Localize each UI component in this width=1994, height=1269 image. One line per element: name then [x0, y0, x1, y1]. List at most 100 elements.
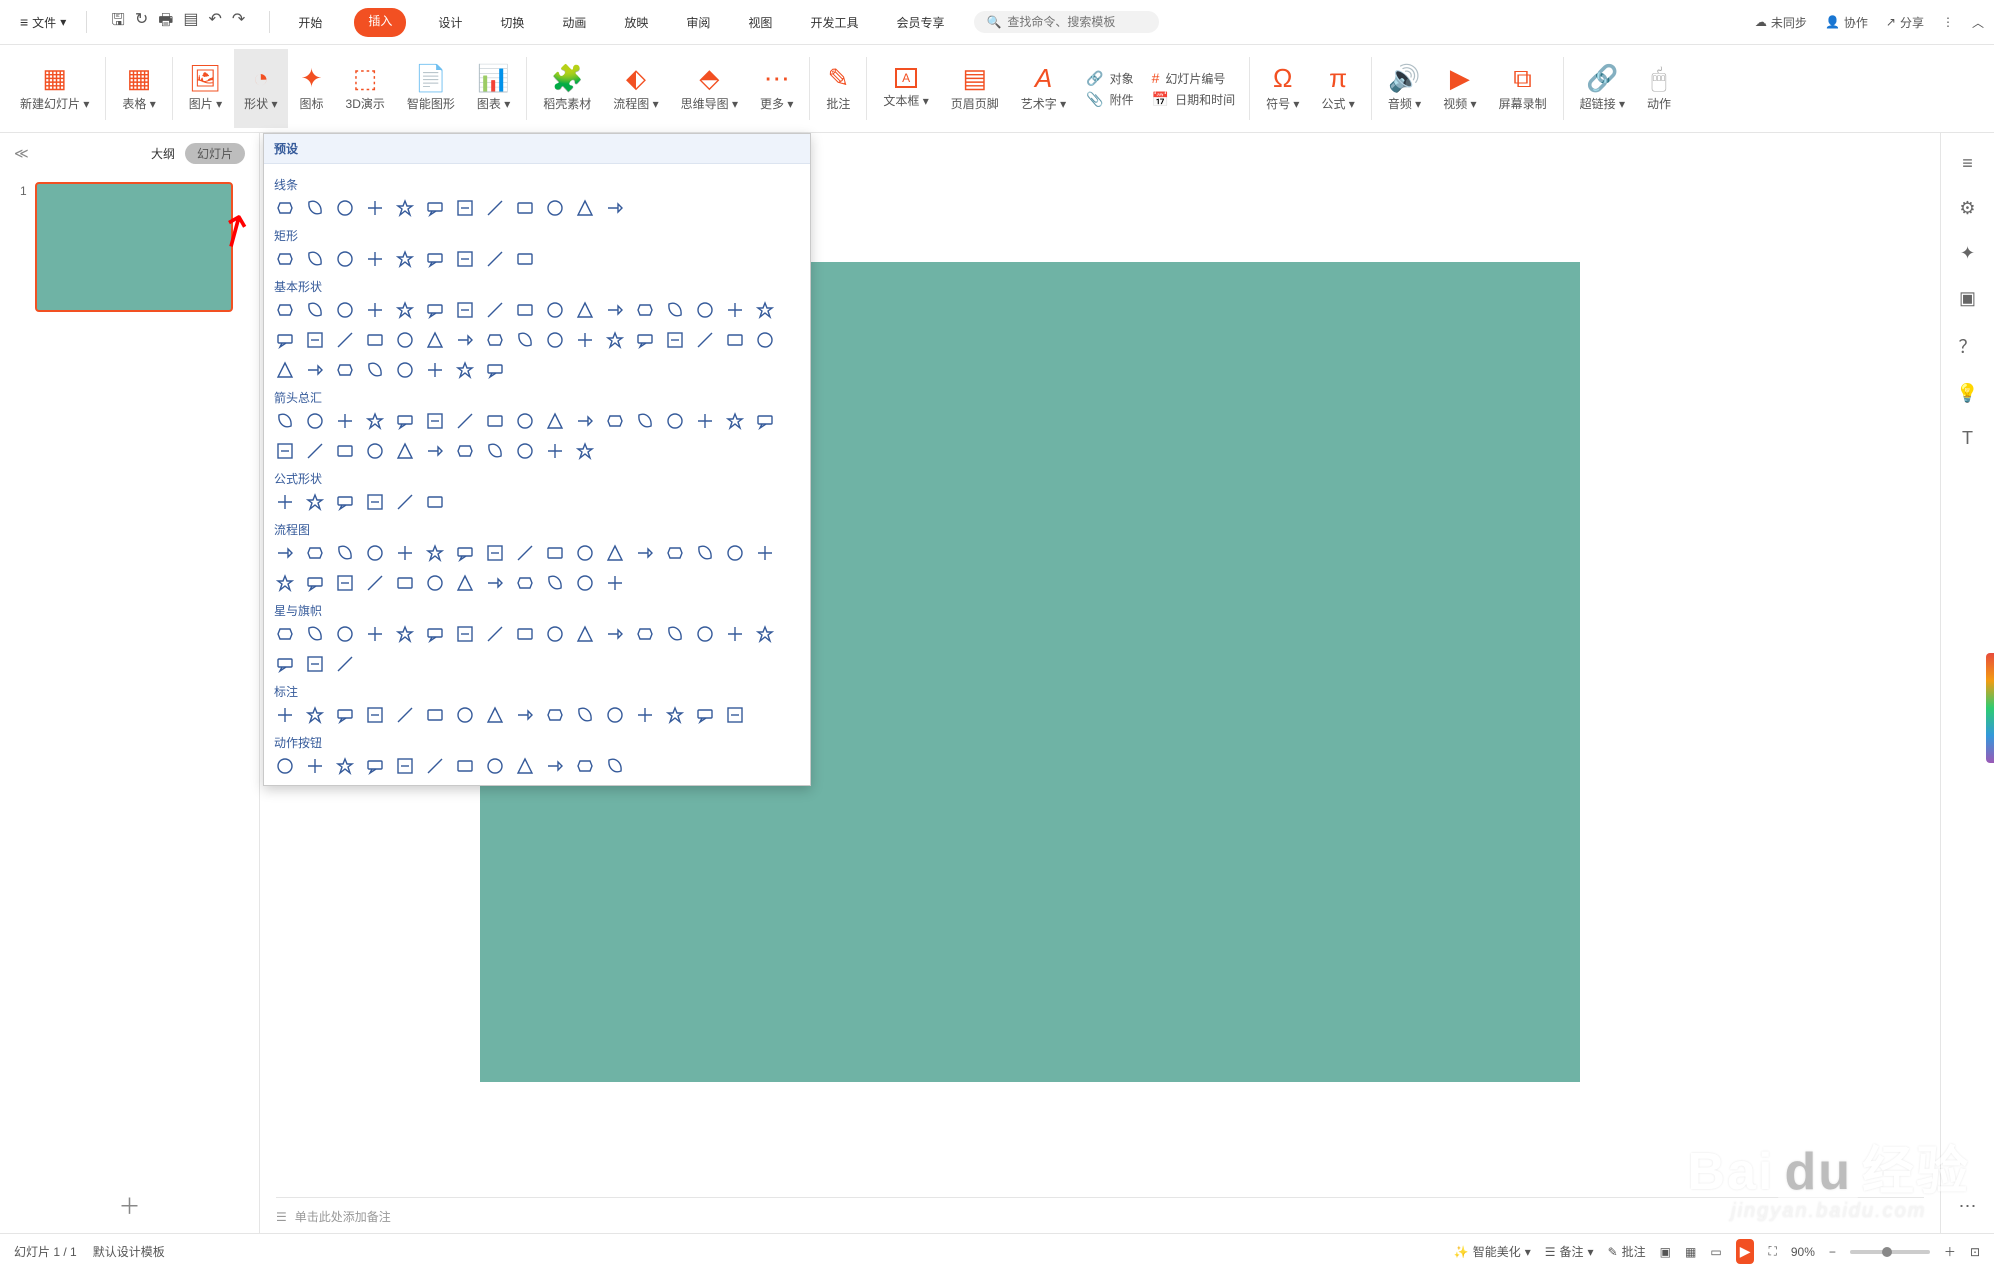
zoom-out-icon[interactable]: −	[1829, 1245, 1836, 1259]
shape-arrows-7[interactable]	[484, 410, 506, 432]
shape-equation-1[interactable]	[304, 491, 326, 513]
shape-arrows-19[interactable]	[334, 440, 356, 462]
shape-basic-35[interactable]	[304, 359, 326, 381]
shape-arrows-24[interactable]	[484, 440, 506, 462]
shape-rects-0[interactable]	[274, 248, 296, 270]
shape-flow-17[interactable]	[274, 572, 296, 594]
shape-flow-12[interactable]	[634, 542, 656, 564]
tab-start[interactable]: 开始	[292, 8, 328, 37]
shape-callouts-8[interactable]	[514, 704, 536, 726]
shape-lines-7[interactable]	[484, 197, 506, 219]
shape-lines-1[interactable]	[304, 197, 326, 219]
shape-lines-0[interactable]	[274, 197, 296, 219]
shape-flow-10[interactable]	[574, 542, 596, 564]
shape-lines-2[interactable]	[334, 197, 356, 219]
image-button[interactable]: 🖼图片 ▾	[179, 49, 232, 128]
shape-callouts-15[interactable]	[724, 704, 746, 726]
shape-callouts-11[interactable]	[604, 704, 626, 726]
icon-button[interactable]: ✦图标	[290, 49, 334, 128]
textbox-button[interactable]: A文本框 ▾	[873, 49, 938, 128]
print-icon[interactable]: 🖶	[158, 9, 173, 36]
shape-stars-9[interactable]	[544, 623, 566, 645]
shape-stars-1[interactable]	[304, 623, 326, 645]
shape-basic-17[interactable]	[274, 329, 296, 351]
shape-basic-38[interactable]	[394, 359, 416, 381]
smartart-button[interactable]: 📄智能图形	[397, 49, 465, 128]
shape-arrows-10[interactable]	[574, 410, 596, 432]
shape-flow-4[interactable]	[394, 542, 416, 564]
shape-stars-7[interactable]	[484, 623, 506, 645]
wordart-button[interactable]: A艺术字 ▾	[1011, 49, 1076, 128]
shape-basic-2[interactable]	[334, 299, 356, 321]
notes-pane[interactable]: ☰ 单击此处添加备注	[276, 1197, 1924, 1227]
shape-callouts-5[interactable]	[424, 704, 446, 726]
shape-basic-0[interactable]	[274, 299, 296, 321]
new-slide-button[interactable]: ▦新建幻灯片 ▾	[10, 49, 99, 128]
command-search[interactable]: 🔍	[974, 11, 1159, 33]
sync-status[interactable]: ☁未同步	[1755, 14, 1807, 31]
audio-button[interactable]: 🔊音频 ▾	[1378, 49, 1431, 128]
shape-flow-7[interactable]	[484, 542, 506, 564]
shape-basic-41[interactable]	[484, 359, 506, 381]
shape-basic-22[interactable]	[424, 329, 446, 351]
collapse-ribbon-icon[interactable]: ︿	[1972, 14, 1984, 31]
slide-number-button[interactable]: #幻灯片编号	[1152, 70, 1235, 87]
shape-arrows-22[interactable]	[424, 440, 446, 462]
shape-rects-7[interactable]	[484, 248, 506, 270]
shape-arrows-2[interactable]	[334, 410, 356, 432]
shape-callouts-13[interactable]	[664, 704, 686, 726]
shape-lines-11[interactable]	[604, 197, 626, 219]
shape-actions-9[interactable]	[544, 755, 566, 777]
shape-callouts-9[interactable]	[544, 704, 566, 726]
shape-stars-4[interactable]	[394, 623, 416, 645]
shape-basic-26[interactable]	[544, 329, 566, 351]
shape-basic-5[interactable]	[424, 299, 446, 321]
datetime-button[interactable]: 📅日期和时间	[1152, 91, 1235, 108]
shape-basic-40[interactable]	[454, 359, 476, 381]
help-icon[interactable]: ？	[1959, 333, 1977, 359]
shape-stars-13[interactable]	[664, 623, 686, 645]
view-normal-icon[interactable]: ▣	[1660, 1245, 1671, 1259]
fit-icon[interactable]: ⛶	[1768, 1244, 1776, 1259]
collab-button[interactable]: 👤协作	[1825, 14, 1868, 31]
shape-flow-22[interactable]	[424, 572, 446, 594]
shape-lines-9[interactable]	[544, 197, 566, 219]
shape-flow-14[interactable]	[694, 542, 716, 564]
shape-callouts-4[interactable]	[394, 704, 416, 726]
shape-flow-16[interactable]	[754, 542, 776, 564]
shape-lines-5[interactable]	[424, 197, 446, 219]
shape-stars-0[interactable]	[274, 623, 296, 645]
color-strip[interactable]	[1986, 653, 1994, 763]
shape-flow-24[interactable]	[484, 572, 506, 594]
shape-actions-1[interactable]	[304, 755, 326, 777]
shape-arrows-13[interactable]	[664, 410, 686, 432]
shape-callouts-2[interactable]	[334, 704, 356, 726]
more-menu-icon[interactable]: ⋮	[1942, 15, 1954, 29]
symbol-button[interactable]: Ω符号 ▾	[1256, 49, 1309, 128]
shape-stars-6[interactable]	[454, 623, 476, 645]
shape-flow-26[interactable]	[544, 572, 566, 594]
shape-arrows-23[interactable]	[454, 440, 476, 462]
shape-rects-1[interactable]	[304, 248, 326, 270]
shape-arrows-18[interactable]	[304, 440, 326, 462]
shape-stars-16[interactable]	[754, 623, 776, 645]
shape-rects-4[interactable]	[394, 248, 416, 270]
text-icon[interactable]: T	[1962, 428, 1973, 449]
shape-basic-33[interactable]	[754, 329, 776, 351]
shape-actions-10[interactable]	[574, 755, 596, 777]
shape-flow-5[interactable]	[424, 542, 446, 564]
shape-flow-1[interactable]	[304, 542, 326, 564]
shape-flow-8[interactable]	[514, 542, 536, 564]
shape-flow-11[interactable]	[604, 542, 626, 564]
more-button[interactable]: ⋯更多 ▾	[750, 49, 803, 128]
hyperlink-button[interactable]: 🔗超链接 ▾	[1570, 49, 1635, 128]
tab-slideshow[interactable]: 放映	[618, 8, 654, 37]
settings-slider-icon[interactable]: ⚙	[1959, 198, 1975, 219]
shape-basic-24[interactable]	[484, 329, 506, 351]
shape-flow-13[interactable]	[664, 542, 686, 564]
shape-basic-1[interactable]	[304, 299, 326, 321]
shape-flow-27[interactable]	[574, 572, 596, 594]
tab-review[interactable]: 审阅	[680, 8, 716, 37]
view-sorter-icon[interactable]: ▦	[1685, 1245, 1696, 1259]
undo-icon[interactable]: ↶	[209, 9, 222, 36]
